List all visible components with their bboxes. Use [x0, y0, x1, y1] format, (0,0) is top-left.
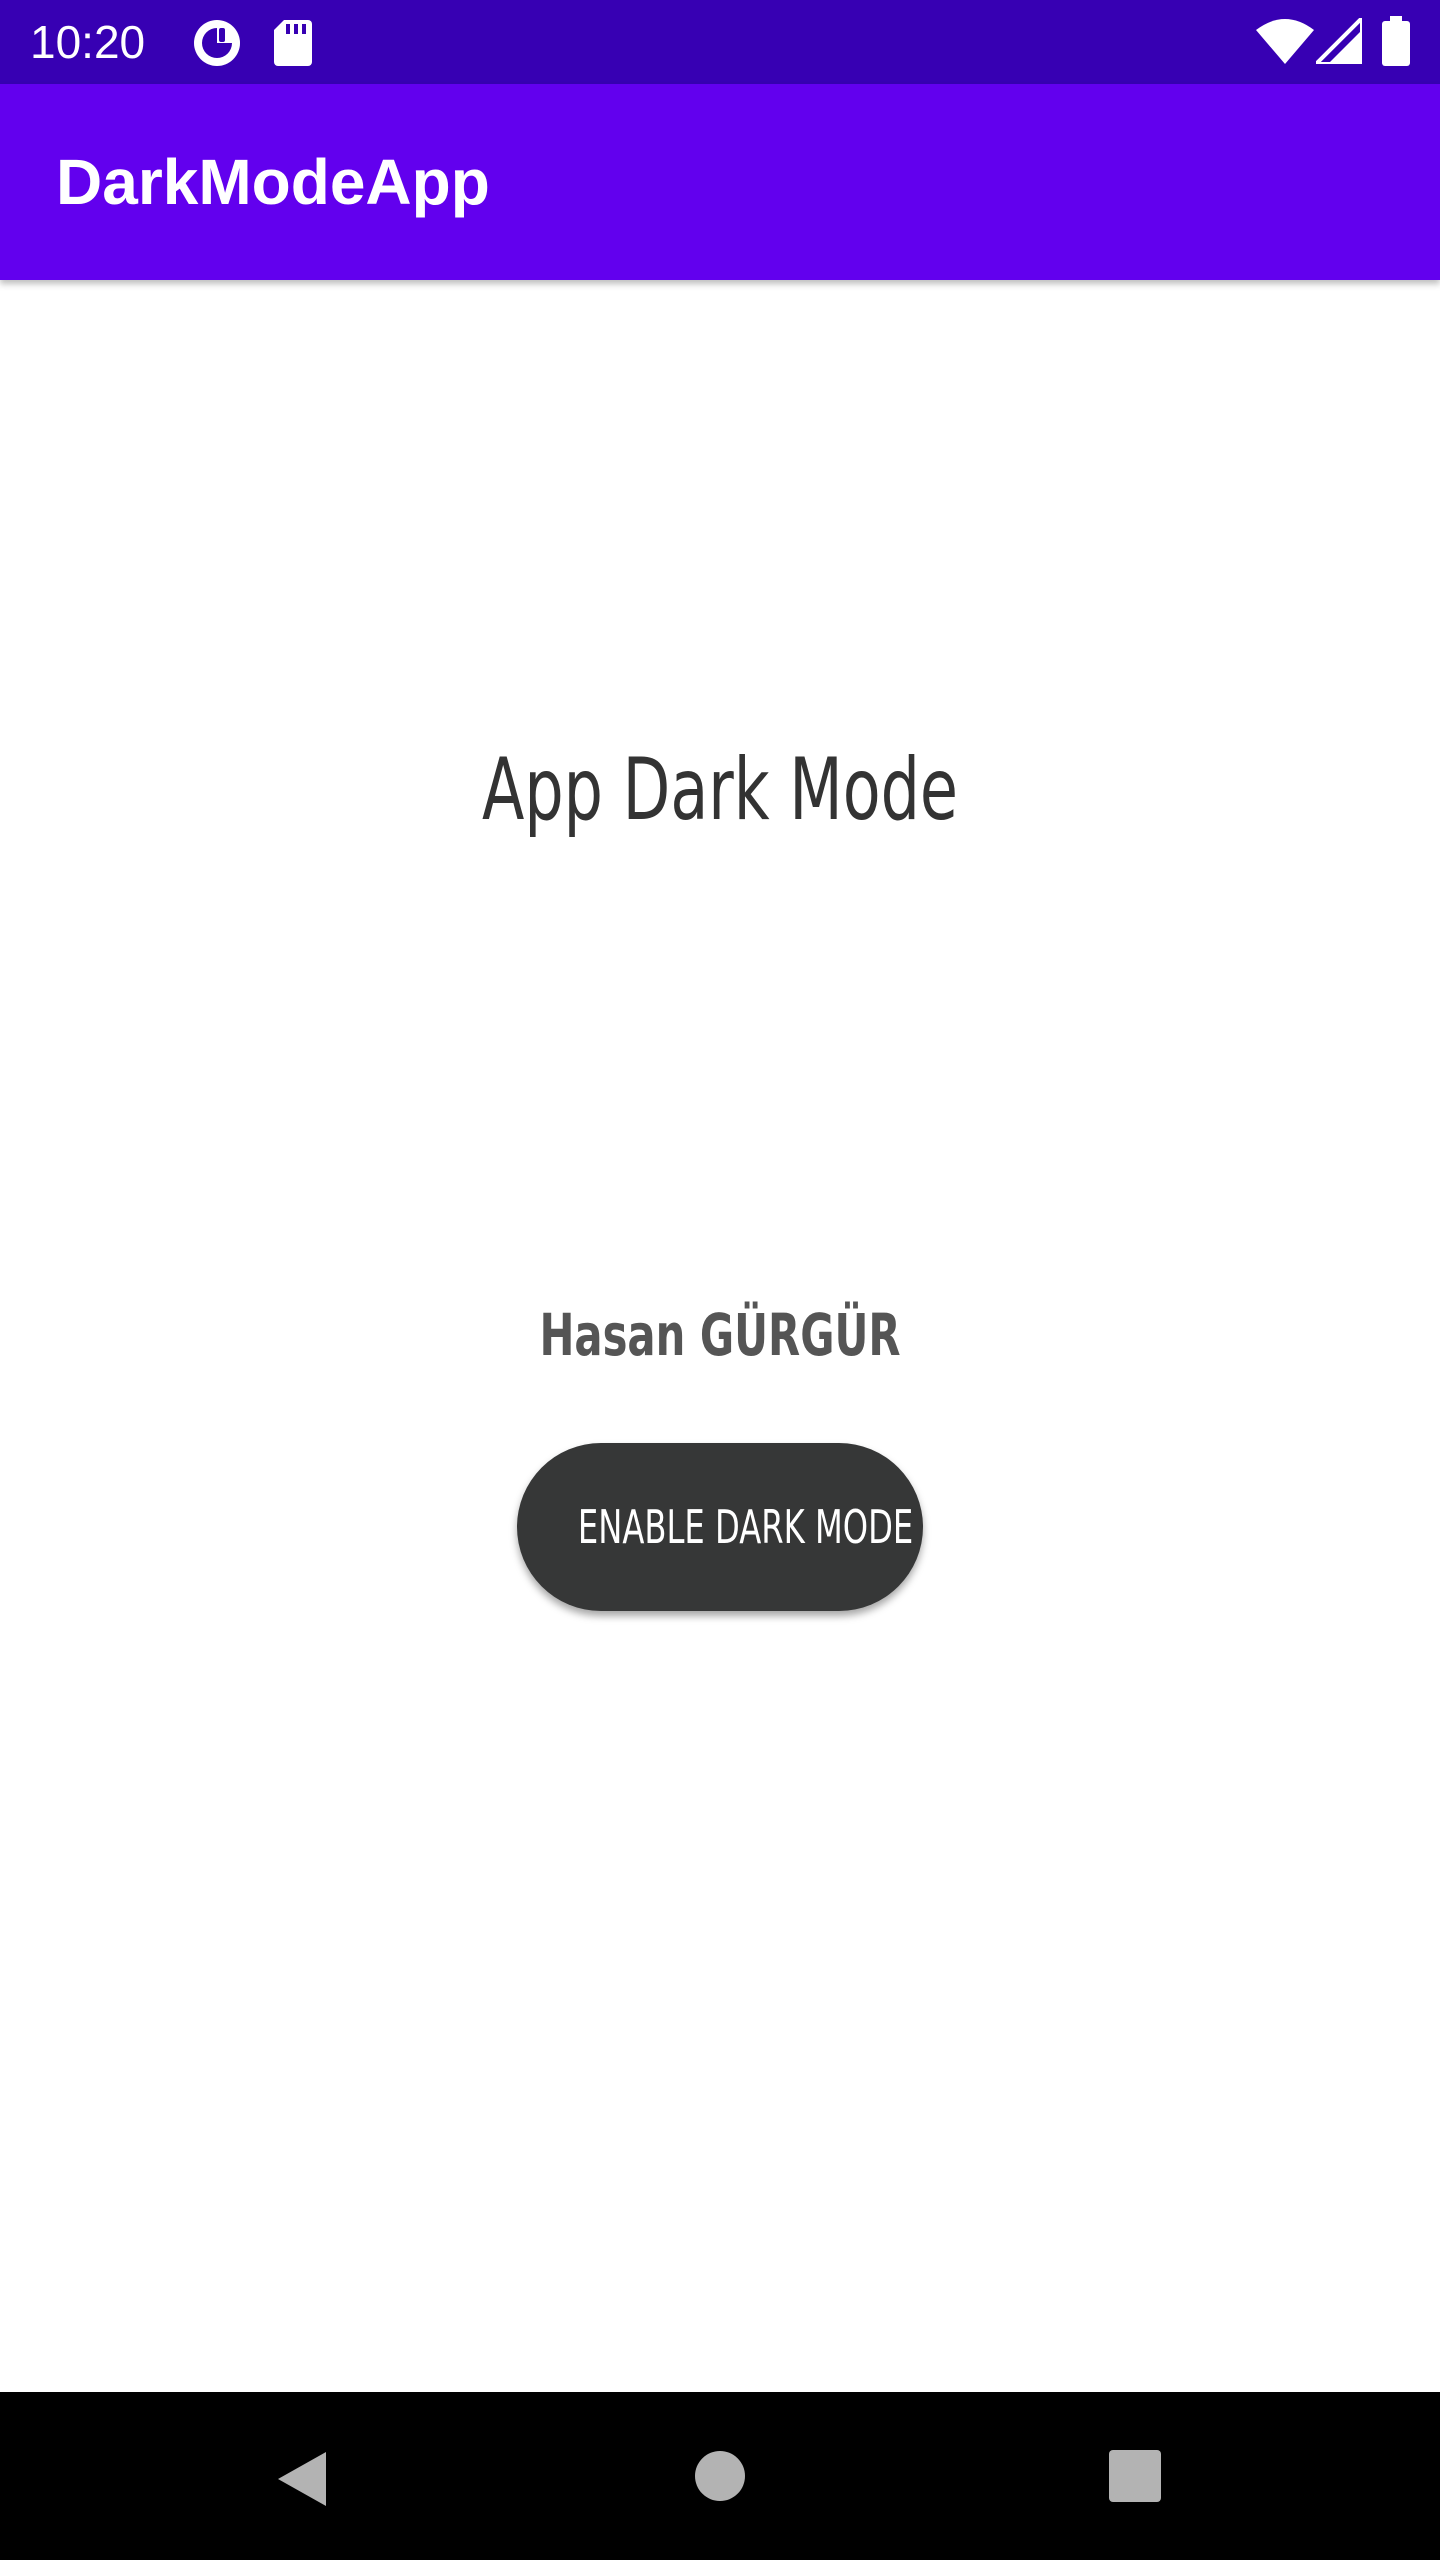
sd-card-icon [274, 20, 312, 66]
recents-icon[interactable] [1075, 2416, 1195, 2536]
cell-signal-icon [1316, 18, 1362, 64]
headline-text: App Dark Mode [482, 740, 958, 840]
enable-dark-mode-button-label: ENABLE DARK MODE [577, 1500, 914, 1554]
enable-dark-mode-button[interactable]: ENABLE DARK MODE [517, 1443, 923, 1611]
battery-icon [1382, 16, 1410, 66]
data-saver-icon [194, 20, 240, 66]
status-bar: 10:20 [0, 0, 1440, 84]
app-title: DarkModeApp [56, 146, 490, 218]
back-icon[interactable] [240, 2416, 360, 2536]
home-icon[interactable] [660, 2416, 780, 2536]
screen: 10:20 DarkModeApp App Dark Mode Hasan GÜ… [0, 0, 1440, 2560]
status-time: 10:20 [30, 16, 146, 68]
navigation-bar [0, 2392, 1440, 2560]
author-name: Hasan GÜRGÜR [539, 1301, 901, 1369]
wifi-icon [1256, 19, 1314, 64]
app-bar: DarkModeApp [0, 84, 1440, 280]
